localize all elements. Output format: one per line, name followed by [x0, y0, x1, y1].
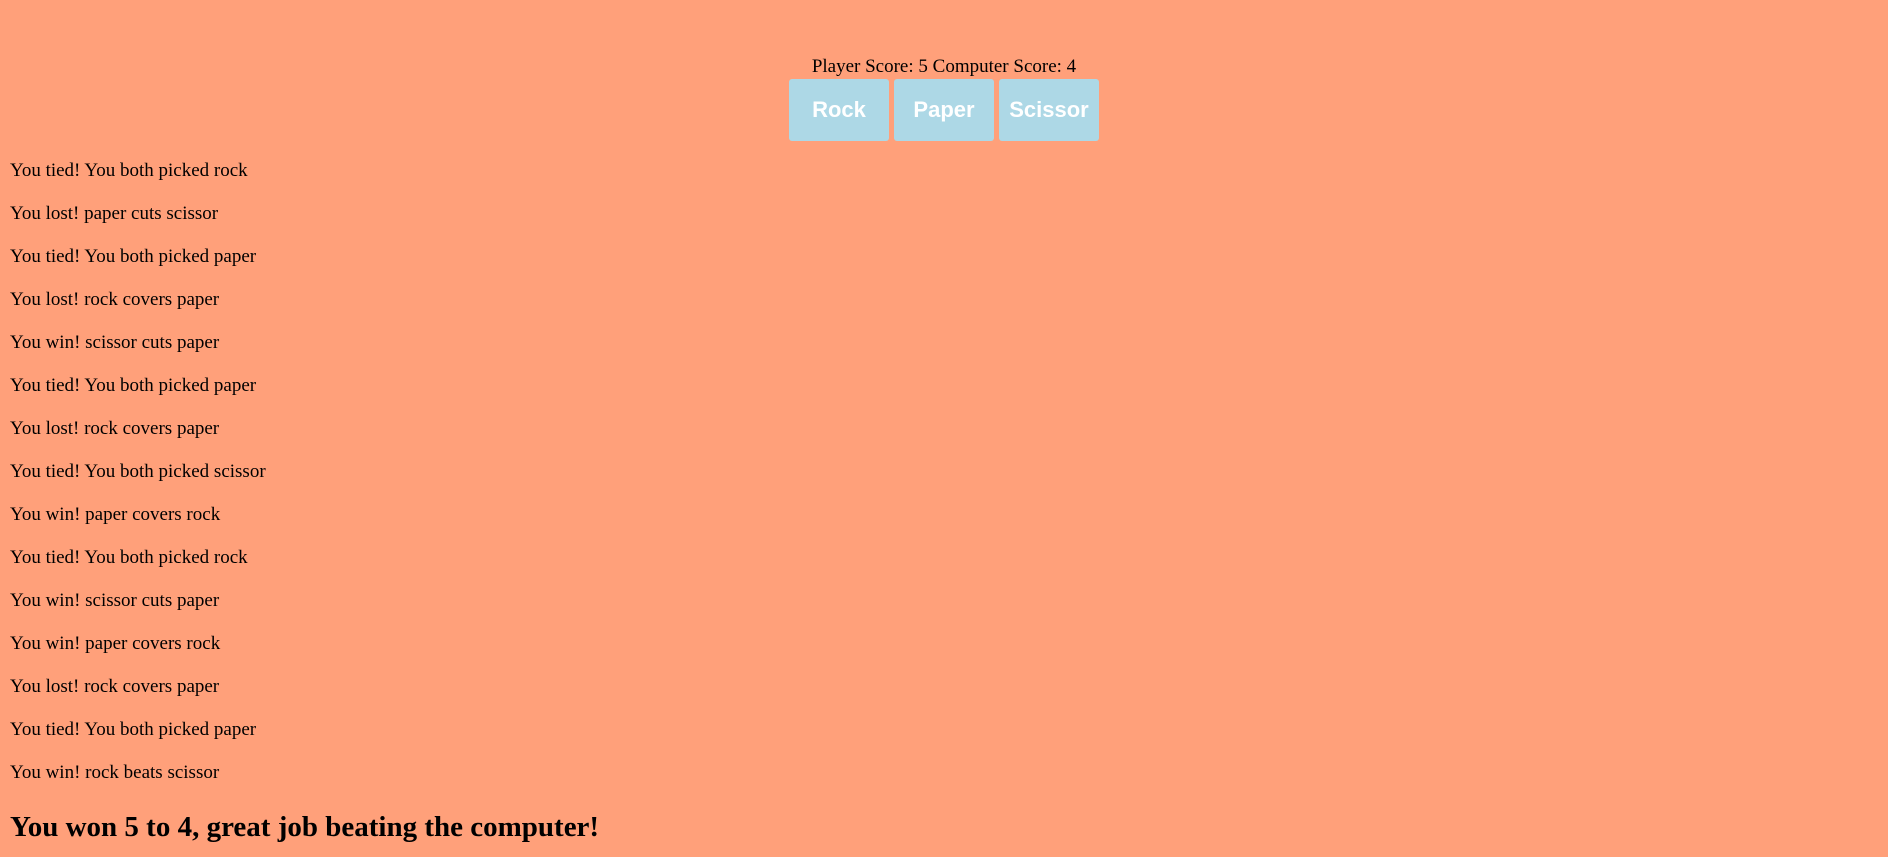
round-result: You tied! You both picked scissor	[10, 461, 266, 482]
scissor-button[interactable]: Scissor	[999, 79, 1099, 141]
round-result: You win! rock beats scissor	[10, 762, 220, 783]
choice-buttons: Rock Paper Scissor	[0, 79, 1888, 141]
round-result: You win! paper covers rock	[10, 504, 221, 525]
round-result: You tied! You both picked paper	[10, 375, 257, 396]
round-result: You tied! You both picked rock	[10, 547, 248, 568]
round-results-log: You tied! You both picked rock You lost!…	[10, 160, 266, 805]
rock-button[interactable]: Rock	[789, 79, 889, 141]
round-result: You lost! rock covers paper	[10, 676, 220, 697]
round-result: You win! scissor cuts paper	[10, 332, 220, 353]
round-result: You lost! paper cuts scissor	[10, 203, 219, 224]
round-result: You tied! You both picked paper	[10, 719, 257, 740]
score-display: Player Score: 5 Computer Score: 4	[811, 56, 1077, 77]
round-result: You lost! rock covers paper	[10, 418, 220, 439]
round-result: You tied! You both picked paper	[10, 246, 257, 267]
round-result: You tied! You both picked rock	[10, 160, 248, 181]
round-result: You win! paper covers rock	[10, 633, 221, 654]
round-result: You win! scissor cuts paper	[10, 590, 220, 611]
final-result-message: You won 5 to 4, great job beating the co…	[10, 811, 600, 843]
round-result: You lost! rock covers paper	[10, 289, 220, 310]
paper-button[interactable]: Paper	[894, 79, 994, 141]
